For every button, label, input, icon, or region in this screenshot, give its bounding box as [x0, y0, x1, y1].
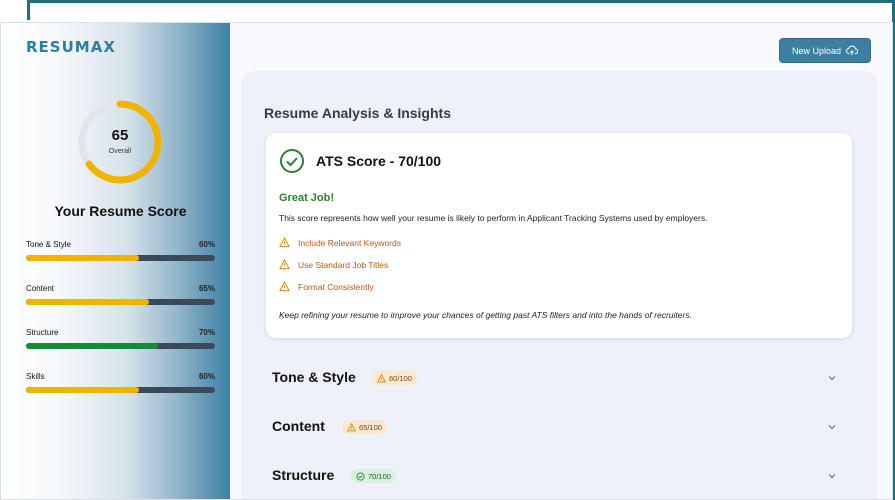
section-score-badge: 65/100 [342, 420, 387, 434]
metric-progress-fill [26, 343, 159, 349]
metric-content: Content 65% [26, 284, 215, 305]
check-circle-icon [280, 149, 304, 173]
metric-percent: 60% [198, 372, 215, 381]
warning-icon [279, 281, 290, 292]
metric-percent: 70% [198, 328, 215, 337]
screenshot-frame: RESUMAX 65 Overall Your Resume Score Ton… [0, 0, 895, 500]
chevron-down-icon[interactable] [827, 471, 837, 481]
metric-label: Content [26, 284, 55, 293]
metric-progress-bar [26, 299, 215, 305]
metric-structure: Structure 70% [26, 328, 215, 349]
chevron-down-icon[interactable] [827, 373, 837, 383]
analysis-panel: Resume Analysis & Insights ATS Score - 7… [242, 71, 877, 499]
metric-progress-bar [26, 387, 215, 393]
frame-border-top [27, 0, 895, 3]
metric-progress-fill [26, 387, 140, 393]
metric-progress-bar [26, 255, 215, 261]
ats-score-title: ATS Score - 70/100 [316, 153, 442, 169]
warning-icon [279, 237, 290, 248]
warning-icon [377, 373, 386, 382]
analysis-title: Resume Analysis & Insights [264, 105, 451, 121]
cloud-upload-icon [846, 45, 859, 55]
new-upload-label: New Upload [791, 45, 842, 56]
metric-progress-fill [26, 299, 149, 305]
warning-icon [279, 259, 290, 270]
sidebar: RESUMAX 65 Overall Your Resume Score Ton… [1, 23, 230, 499]
section-score-badge: 70/100 [351, 469, 396, 483]
ats-tip: Include Relevant Keywords [279, 237, 401, 248]
new-upload-button[interactable]: New Upload [779, 38, 871, 63]
section-score: 60/100 [389, 373, 412, 383]
metric-tone-style: Tone & Style 60% [26, 240, 215, 261]
section-title: Tone & Style [272, 369, 356, 385]
section-title: Structure [272, 467, 335, 483]
overall-score-label: Overall [108, 148, 132, 155]
section-score: 70/100 [368, 471, 391, 481]
ats-headline: Great Job! [279, 192, 335, 204]
overall-score-value: 65 [111, 127, 129, 144]
metric-label: Skills [26, 372, 45, 381]
metric-percent: 60% [198, 240, 215, 249]
ats-tip: Use Standard Job Titles [279, 259, 388, 270]
section-score-badge: 60/100 [372, 371, 417, 385]
section-score: 65/100 [359, 422, 382, 432]
section-tone-style[interactable]: Tone & Style 60/100 [263, 356, 849, 401]
app-window: RESUMAX 65 Overall Your Resume Score Ton… [0, 22, 893, 500]
metric-progress-bar [26, 343, 215, 349]
check-circle-icon [356, 471, 365, 481]
metric-percent: 65% [198, 284, 215, 293]
main-content: New Upload Resume Analysis & Insights AT… [230, 23, 892, 499]
metric-skills: Skills 60% [26, 372, 215, 393]
ats-tip-label: Use Standard Job Titles [298, 259, 389, 270]
ats-tip: Format Consistently [279, 281, 374, 292]
metric-progress-fill [26, 255, 140, 261]
metric-label: Tone & Style [26, 240, 71, 249]
resume-score-title: Your Resume Score [54, 203, 187, 219]
ats-description: This score represents how well your resu… [279, 213, 708, 223]
ats-tip-label: Format Consistently [298, 281, 374, 292]
frame-border-left [27, 0, 30, 20]
ats-score-card: ATS Score - 70/100 Great Job! This score… [266, 133, 852, 338]
warning-icon [347, 422, 356, 431]
metric-label: Structure [26, 328, 59, 337]
chevron-down-icon[interactable] [827, 422, 837, 432]
ats-closing-note: Keep refining your resume to improve you… [279, 310, 692, 320]
ats-tip-label: Include Relevant Keywords [298, 237, 402, 248]
section-title: Content [272, 418, 325, 434]
section-structure[interactable]: Structure 70/100 [263, 454, 849, 499]
section-content[interactable]: Content 65/100 [263, 405, 849, 450]
app-logo[interactable]: RESUMAX [26, 38, 116, 56]
